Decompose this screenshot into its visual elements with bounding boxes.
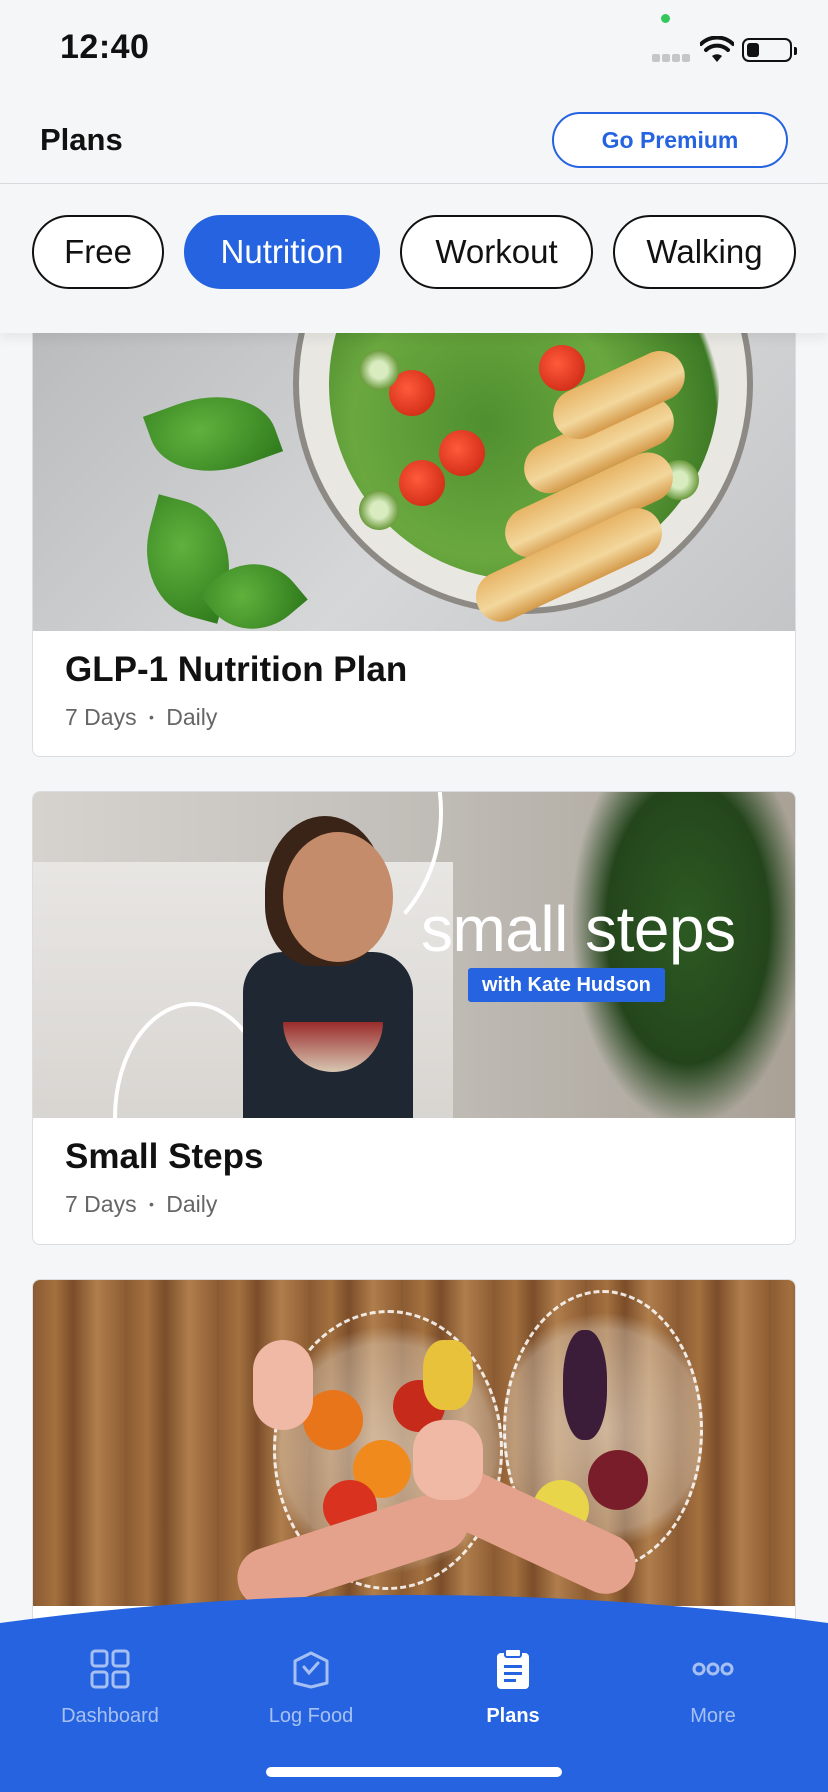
page-title: Plans xyxy=(40,122,123,157)
log-food-icon xyxy=(293,1651,329,1689)
plans-list: GLP-1 Nutrition Plan 7 Days • Daily smal… xyxy=(0,333,828,1623)
more-dots-icon xyxy=(692,1662,734,1676)
meta-separator: • xyxy=(148,709,154,725)
plan-image-groceries xyxy=(33,1280,795,1606)
cellular-signal-icon xyxy=(652,52,690,64)
plan-card-glp1[interactable]: GLP-1 Nutrition Plan 7 Days • Daily xyxy=(32,333,796,757)
nav-label: Log Food xyxy=(268,1705,354,1727)
meta-separator: • xyxy=(148,1196,154,1212)
status-bar: 12:40 xyxy=(0,0,828,100)
nav-label: Plans xyxy=(486,1705,540,1727)
bottom-nav: Dashboard Log Food Plans More xyxy=(0,1595,828,1792)
nav-item-more[interactable]: More xyxy=(633,1647,793,1747)
plan-card-groceries[interactable] xyxy=(32,1279,796,1623)
plan-duration: 7 Days xyxy=(65,704,137,730)
filter-chip-walking[interactable]: Walking xyxy=(613,215,796,289)
go-premium-button[interactable]: Go Premium xyxy=(552,112,788,168)
plan-frequency: Daily xyxy=(166,704,218,730)
grid-icon xyxy=(90,1649,130,1689)
plan-title: GLP-1 Nutrition Plan xyxy=(65,650,408,689)
wifi-icon xyxy=(700,36,734,62)
nav-label: More xyxy=(690,1705,736,1727)
camera-indicator-icon xyxy=(661,14,670,23)
plan-duration: 7 Days xyxy=(65,1191,137,1217)
header: Plans Go Premium xyxy=(0,100,828,184)
plan-title: Small Steps xyxy=(65,1137,264,1176)
image-overlay-title: small steps xyxy=(421,893,736,965)
plan-image-salad xyxy=(33,333,795,631)
nav-item-log-food[interactable]: Log Food xyxy=(231,1647,391,1747)
filter-chip-free[interactable]: Free xyxy=(32,215,164,289)
plan-card-small-steps[interactable]: small steps with Kate Hudson Small Steps… xyxy=(32,791,796,1245)
nav-label: Dashboard xyxy=(61,1705,159,1727)
filter-chip-workout[interactable]: Workout xyxy=(400,215,593,289)
plan-meta: 7 Days • Daily xyxy=(65,704,217,731)
image-overlay-subtitle: with Kate Hudson xyxy=(468,968,665,1002)
plan-image-small-steps: small steps with Kate Hudson xyxy=(33,792,795,1118)
status-time: 12:40 xyxy=(60,28,150,66)
filter-bar: Free Nutrition Workout Walking xyxy=(0,185,828,333)
plan-frequency: Daily xyxy=(166,1191,218,1217)
clipboard-icon xyxy=(497,1648,529,1689)
home-indicator[interactable] xyxy=(266,1767,562,1777)
nav-item-dashboard[interactable]: Dashboard xyxy=(30,1647,190,1747)
battery-icon xyxy=(742,38,797,62)
filter-chip-nutrition[interactable]: Nutrition xyxy=(184,215,380,289)
nav-item-plans[interactable]: Plans xyxy=(433,1647,593,1747)
plan-meta: 7 Days • Daily xyxy=(65,1191,217,1218)
